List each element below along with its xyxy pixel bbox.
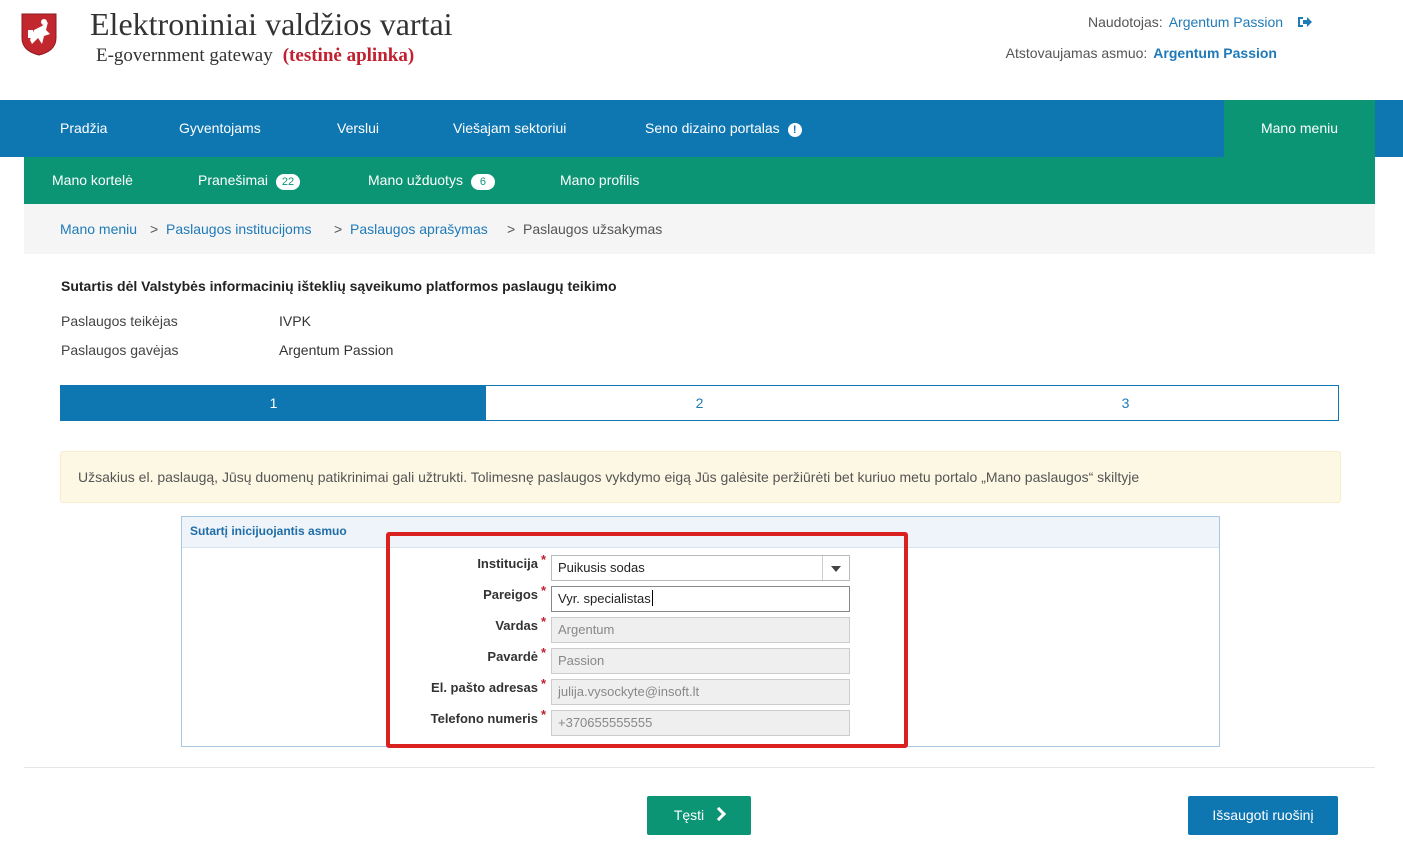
provider-value: IVPK	[279, 313, 311, 329]
panel-title: Sutartį inicijuojantis asmuo	[190, 524, 347, 538]
subnav-pranesimai-label: Pranešimai	[198, 172, 269, 188]
nav-gyventojams[interactable]: Gyventojams	[179, 100, 261, 157]
exclamation-icon: !	[787, 123, 802, 137]
nav-seno-dizaino-portalas[interactable]: Seno dizaino portalas!	[645, 100, 802, 157]
coat-of-arms-icon	[21, 13, 57, 56]
site-header: Elektroniniai valdžios vartai E-governme…	[0, 0, 1403, 100]
nav-seno-dizaino-label: Seno dizaino portalas	[645, 120, 780, 136]
step-1: 1	[61, 386, 486, 420]
contract-title: Sutartis dėl Valstybės informacinių ište…	[61, 278, 617, 294]
breadcrumb-paslaugos-aprasymas[interactable]: Paslaugos aprašymas	[350, 204, 488, 254]
chevron-right-icon	[712, 806, 727, 822]
breadcrumb-current: Paslaugos užsakymas	[523, 221, 663, 237]
highlight-box	[386, 532, 908, 748]
save-draft-button[interactable]: Išsaugoti ruošinį	[1188, 796, 1338, 835]
user-name-link[interactable]: Argentum Passion	[1169, 14, 1283, 30]
site-subtitle: E-government gateway (testinė aplinka)	[96, 44, 414, 68]
receiver-value: Argentum Passion	[279, 342, 394, 358]
site-title[interactable]: Elektroniniai valdžios vartai	[90, 6, 453, 42]
receiver-label: Paslaugos gavėjas	[61, 342, 179, 358]
nav-viesajam-sektoriui[interactable]: Viešajam sektoriui	[453, 100, 566, 157]
breadcrumb-separator: >	[150, 221, 159, 237]
user-label: Naudotojas:	[1087, 14, 1163, 30]
main-navigation: Pradžia Gyventojams Verslui Viešajam sek…	[0, 100, 1403, 157]
breadcrumb: Mano meniu > Paslaugos institucijoms > P…	[24, 204, 1375, 254]
next-button[interactable]: Tęsti	[647, 796, 751, 835]
breadcrumb-separator: >	[334, 221, 343, 237]
wizard-steps: 1 2 3	[60, 385, 1339, 421]
logout-icon[interactable]	[1297, 15, 1313, 32]
represented-person: Atstovaujamas asmuo: Argentum Passion	[1006, 45, 1277, 61]
subnav-mano-uzduotys-label: Mano užduotys	[368, 172, 463, 188]
subnav-mano-profilis[interactable]: Mano profilis	[560, 157, 639, 204]
nav-verslui[interactable]: Verslui	[337, 100, 379, 157]
represented-name-link[interactable]: Argentum Passion	[1153, 45, 1277, 61]
info-alert: Užsakius el. paslaugą, Jūsų duomenų pati…	[60, 451, 1341, 503]
user-info: Naudotojas: Argentum Passion	[1088, 14, 1313, 32]
provider-label: Paslaugos teikėjas	[61, 313, 178, 329]
nav-mano-meniu[interactable]: Mano meniu	[1224, 100, 1375, 157]
subnav-mano-uzduotys[interactable]: Mano užduotys 6	[368, 157, 495, 204]
personal-subnav: Mano kortelė Pranešimai 22 Mano užduotys 6…	[24, 157, 1375, 204]
subnav-pranesimai[interactable]: Pranešimai 22	[198, 157, 301, 204]
represented-label: Atstovaujamas asmuo:	[1005, 45, 1148, 61]
site-subtitle-text: E-government gateway	[96, 45, 273, 66]
breadcrumb-mano-meniu[interactable]: Mano meniu	[60, 204, 137, 254]
step-3: 3	[1121, 395, 1130, 411]
breadcrumb-paslaugos-institucijoms[interactable]: Paslaugos institucijoms	[166, 204, 312, 254]
tasks-count-badge: 6	[470, 174, 495, 190]
next-button-label: Tęsti	[673, 807, 705, 823]
environment-label: (testinė aplinka)	[282, 45, 415, 66]
breadcrumb-separator: >	[507, 221, 516, 237]
nav-pradzia[interactable]: Pradžia	[60, 100, 107, 157]
divider	[24, 767, 1375, 768]
notifications-count-badge: 22	[276, 174, 301, 190]
subnav-mano-kortele[interactable]: Mano kortelė	[52, 157, 133, 204]
step-2: 2	[695, 395, 704, 411]
